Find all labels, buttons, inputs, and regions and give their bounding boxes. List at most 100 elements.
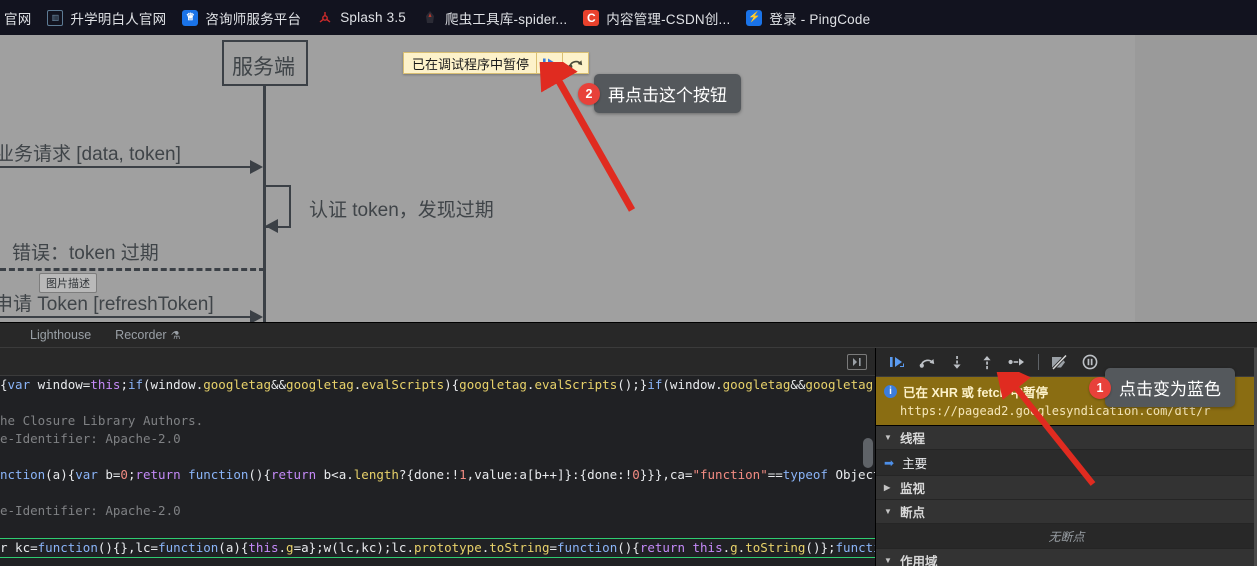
message-error-expired: 错误：token 过期	[12, 243, 159, 264]
code-token: (){	[248, 467, 271, 482]
message-auth-token: 认证 token，发现过期	[309, 200, 494, 221]
bookmark-item[interactable]: ▥ 升学明白人官网	[39, 5, 174, 31]
section-header-threads[interactable]: ▼ 线程	[876, 426, 1257, 450]
code-token: function	[188, 467, 249, 482]
code-token: ==	[767, 467, 783, 482]
code-line: {var window=this;if(window.googletag&&go…	[0, 376, 875, 394]
code-line: he Closure Library Authors.	[0, 412, 875, 430]
code-token: ()};	[805, 540, 836, 555]
section-header-breakpoints[interactable]: ▼ 断点	[876, 500, 1257, 524]
code-token: this	[692, 540, 723, 555]
section-header-scope[interactable]: ▼ 作用域	[876, 549, 1257, 566]
code-token: googletag	[805, 377, 874, 392]
code-token: function	[37, 540, 98, 555]
callout-badge-2: 2	[578, 82, 600, 105]
message-apply-token: 申请 Token [refreshToken]	[0, 294, 214, 315]
code-scrollbar[interactable]	[863, 438, 873, 468]
code-token: return	[639, 540, 685, 555]
code-token: var	[7, 377, 31, 392]
actor-label-server: 服务端	[232, 56, 295, 79]
deactivate-breakpoints-button[interactable]	[1047, 351, 1073, 373]
code-token: googletag	[459, 377, 527, 392]
code-token: .	[278, 540, 287, 555]
code-token: =	[549, 540, 558, 555]
paused-in-debugger-bar: 已在调试程序中暂停	[403, 52, 590, 74]
code-token: ;	[120, 377, 128, 392]
tab-recorder[interactable]: Recorder ⚗	[103, 324, 192, 346]
callout-1: 1 点击变为蓝色	[1089, 368, 1235, 407]
tab-lighthouse[interactable]: Lighthouse	[18, 324, 103, 346]
code-token: this	[248, 540, 279, 555]
step-over-next-function-call-icon[interactable]	[562, 53, 588, 73]
code-token: toString	[489, 540, 550, 555]
xhr-banner-title: 已在 XHR 或 fetch 中暂停	[903, 386, 1049, 400]
code-token: &&	[790, 377, 806, 392]
code-token: 1	[459, 467, 467, 482]
code-token: var	[75, 467, 98, 482]
message-line	[0, 316, 254, 318]
code-token: nction	[0, 467, 46, 482]
spider-icon	[422, 10, 438, 26]
bookmark-label: 内容管理-CSDN创...	[606, 11, 731, 27]
code-token: return	[135, 467, 181, 482]
flask-icon: ⚗	[170, 329, 181, 342]
chevron-down-icon: ▼	[884, 433, 892, 442]
code-token: g	[286, 540, 294, 555]
bookmark-item[interactable]: 爬虫工具库-spider...	[414, 5, 575, 31]
blue-square-icon: ♕	[182, 9, 199, 26]
step-button[interactable]	[1004, 351, 1030, 373]
code-editor[interactable]: {var window=this;if(window.googletag&&go…	[0, 376, 875, 566]
bookmark-label: 爬虫工具库-spider...	[445, 11, 568, 27]
step-over-button[interactable]	[914, 351, 940, 373]
section-title: 作用域	[900, 555, 938, 566]
section-header-watch[interactable]: ▶ 监视	[876, 476, 1257, 500]
thread-label: 主要	[902, 457, 928, 471]
resume-button[interactable]	[884, 351, 910, 373]
section-title: 线程	[900, 432, 926, 446]
arrow-head	[265, 219, 278, 233]
code-token: function	[557, 540, 618, 555]
code-token: =a};w(lc,kc);lc.	[293, 540, 414, 555]
thread-active-arrow-icon: ➡	[884, 455, 895, 470]
code-token: ){	[444, 377, 460, 392]
section-title: 监视	[900, 482, 926, 496]
code-token: e-Identifier: Apache-2.0	[0, 431, 181, 446]
code-token: b=	[97, 467, 121, 482]
toolbar-divider	[1038, 354, 1039, 370]
bookmark-label: 登录 - PingCode	[769, 11, 871, 27]
bookmark-item[interactable]: 官网	[0, 5, 39, 31]
step-out-button[interactable]	[974, 351, 1000, 373]
info-icon: i	[884, 385, 897, 398]
code-token: (a){	[45, 467, 76, 482]
callout-badge-1: 1	[1089, 376, 1111, 399]
arrow-head	[250, 160, 263, 174]
chevron-right-icon: ▶	[884, 483, 891, 492]
code-line: r kc=function(){},lc=function(a){this.g=…	[0, 538, 875, 558]
arrow-head	[250, 310, 263, 322]
code-token: evalScripts	[361, 377, 445, 392]
code-token: (){},lc=	[97, 540, 159, 555]
splash-icon	[317, 10, 333, 26]
bookmark-item[interactable]: Splash 3.5	[309, 5, 414, 31]
callout-text-1: 点击变为蓝色	[1105, 368, 1235, 407]
bookmark-item[interactable]: C 内容管理-CSDN创...	[575, 5, 738, 31]
show-navigator-icon[interactable]	[847, 353, 867, 370]
code-token: he Closure Library Authors.	[0, 413, 204, 428]
code-token: typeof	[782, 467, 828, 482]
code-line: e-Identifier: Apache-2.0	[0, 430, 875, 448]
sources-pane: {var window=this;if(window.googletag&&go…	[0, 348, 875, 566]
thread-row-main[interactable]: ➡ 主要	[876, 450, 1257, 476]
bookmarks-bar: 官网 ▥ 升学明白人官网 ♕ 咨询师服务平台 Splash 3.5 爬虫工具库-…	[0, 0, 1257, 35]
step-into-button[interactable]	[944, 351, 970, 373]
bookmark-label: Splash 3.5	[340, 10, 407, 25]
resume-script-execution-icon[interactable]	[536, 53, 562, 73]
tab-label: Recorder	[115, 328, 167, 342]
devtools-body: {var window=this;if(window.googletag&&go…	[0, 348, 1257, 566]
bookmark-item[interactable]: ♕ 咨询师服务平台	[174, 5, 309, 31]
code-token: (window.	[662, 377, 723, 392]
bookmark-item[interactable]: ⚡ 登录 - PingCode	[738, 5, 878, 31]
code-token: r kc=	[0, 540, 38, 555]
